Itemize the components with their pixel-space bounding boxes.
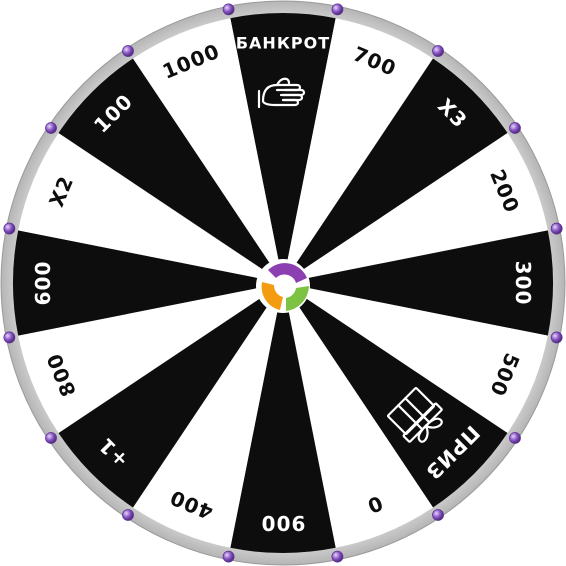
segment-label: 300 <box>511 261 535 306</box>
segment-label: 600 <box>31 261 55 306</box>
segment-label: 900 <box>261 511 306 535</box>
wheel-peg <box>45 122 57 134</box>
wheel-peg <box>509 122 521 134</box>
wheel-peg <box>222 3 235 16</box>
hub-center <box>277 278 293 294</box>
wheel-peg <box>3 331 16 344</box>
prize-wheel[interactable]: БАНКРОТ 700 Х3 200 300 500 ПРИЗ 0 900 400 +1 800 600… <box>0 0 566 566</box>
segment-label: БАНКРОТ <box>236 34 330 53</box>
wheel-peg <box>550 331 563 344</box>
wheel-hub[interactable] <box>256 259 310 313</box>
wheel-peg <box>432 45 444 57</box>
wheel-peg <box>45 432 57 444</box>
wheel-peg <box>122 509 134 521</box>
wheel-peg <box>3 222 16 235</box>
wheel-peg <box>331 3 344 16</box>
wheel-peg <box>550 222 563 235</box>
wheel-peg <box>222 550 235 563</box>
wheel-peg <box>122 45 134 57</box>
wheel-peg <box>331 550 344 563</box>
prize-wheel-graphic[interactable]: БАНКРОТ 700Х3200300500ПРИЗ0900400+1800600… <box>0 0 566 566</box>
wheel-peg <box>509 432 521 444</box>
wheel-peg <box>432 509 444 521</box>
